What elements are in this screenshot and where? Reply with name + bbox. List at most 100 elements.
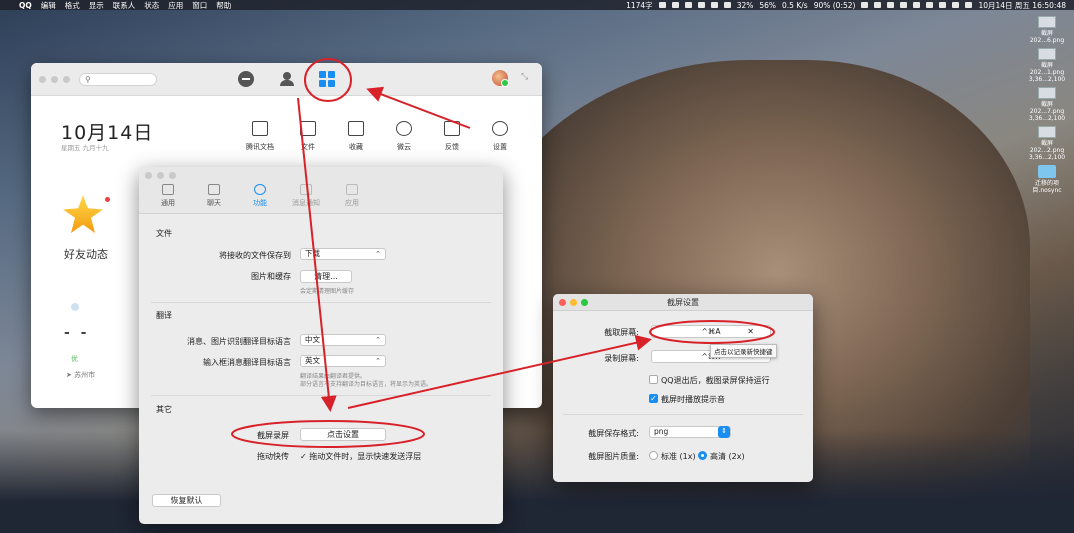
tool-tencent-docs[interactable]: 腾讯文档	[236, 121, 284, 152]
tab-label: 通用	[161, 199, 175, 207]
drag-checkbox[interactable]: ✓ 拖动文件时，显示快速发送浮层	[300, 451, 421, 462]
air-quality: 优	[71, 355, 78, 363]
zoom-button[interactable]	[581, 299, 588, 306]
search-icon[interactable]	[939, 2, 947, 8]
traffic-lights	[145, 172, 176, 179]
menu-item-format[interactable]: 格式	[65, 0, 80, 11]
folder-label: 迁移的项 目.nosync	[1032, 180, 1062, 194]
avatar[interactable]	[492, 70, 509, 87]
tool-files[interactable]: 文件	[284, 121, 332, 152]
divider	[151, 395, 491, 396]
minimize-button[interactable]	[51, 76, 58, 83]
tab-general[interactable]: 通用	[145, 184, 191, 208]
bluetooth-icon[interactable]	[926, 2, 934, 8]
tab-label: 功能	[253, 199, 267, 207]
cpu-usage[interactable]: 32%	[737, 1, 754, 10]
status-icon[interactable]	[861, 2, 869, 8]
close-button[interactable]	[39, 76, 46, 83]
chat-icon[interactable]	[238, 71, 254, 87]
tab-chat[interactable]: 聊天	[191, 184, 237, 208]
tencent-docs-icon	[252, 121, 268, 136]
weiyun-icon	[396, 121, 412, 136]
quality-standard-radio[interactable]	[649, 451, 658, 460]
close-button[interactable]	[559, 299, 566, 306]
desktop-file[interactable]: 截屏 202...7.png 3,36...2,100	[1029, 87, 1065, 122]
status-icon[interactable]	[710, 2, 718, 8]
tab-apps[interactable]: 应用	[329, 184, 375, 208]
record-label: 录制屏幕:	[604, 354, 639, 363]
zoom-button[interactable]	[169, 172, 176, 179]
tab-notifications[interactable]: 消息通知	[283, 184, 329, 208]
keep-running-label[interactable]: QQ退出后，截图录屏保持运行	[661, 375, 770, 386]
save-to-select[interactable]: 下载	[300, 248, 386, 260]
tool-label: 腾讯文档	[246, 143, 274, 151]
tab-features[interactable]: 功能	[237, 184, 283, 208]
word-count[interactable]: 1174字	[626, 0, 653, 11]
info-icon[interactable]	[874, 2, 882, 8]
penguin-icon[interactable]	[697, 2, 705, 8]
restore-defaults-button[interactable]: 恢复默认	[152, 494, 221, 507]
status-icon[interactable]	[684, 2, 692, 8]
quality-hd-radio[interactable]	[698, 451, 707, 460]
tab-label: 聊天	[207, 199, 221, 207]
desktop-file[interactable]: 截屏 202...2.png 3,36...2,100	[1029, 126, 1065, 161]
mic-icon[interactable]	[671, 2, 679, 8]
net-up[interactable]: 0.5 K/s	[782, 1, 808, 10]
feedback-icon	[444, 121, 460, 136]
menu-item-help[interactable]: 帮助	[216, 0, 231, 11]
divider	[151, 302, 491, 303]
status-icon[interactable]	[723, 2, 731, 8]
menu-item-edit[interactable]: 编辑	[41, 0, 56, 11]
desktop-folder[interactable]: 迁移的项 目.nosync	[1032, 165, 1062, 194]
time-machine-icon[interactable]	[887, 2, 895, 8]
save-to-label: 将接收的文件保存到	[219, 251, 291, 260]
capture-shortcut-field[interactable]: ^⌘A ✕	[651, 325, 771, 338]
desktop-file[interactable]: 截屏 202...1.png 3,36...2,100	[1029, 48, 1065, 83]
contacts-icon[interactable]	[279, 71, 295, 87]
menu-clock[interactable]: 10月14日 周五 16:50:48	[978, 0, 1066, 11]
minimize-button[interactable]	[157, 172, 164, 179]
tool-settings[interactable]: 设置	[476, 121, 524, 152]
zoom-button[interactable]	[63, 76, 70, 83]
menu-item-window[interactable]: 窗口	[192, 0, 207, 11]
qzone-widget[interactable]	[61, 193, 110, 239]
status-icon[interactable]	[658, 2, 666, 8]
tool-favorites[interactable]: 收藏	[332, 121, 380, 152]
mem-usage[interactable]: 56%	[759, 1, 776, 10]
minimize-button[interactable]	[570, 299, 577, 306]
qzone-star-icon	[63, 195, 103, 233]
clear-cache-button[interactable]: 清理...	[300, 270, 352, 283]
menu-app-name[interactable]: QQ	[19, 1, 32, 10]
screenshot-settings-button[interactable]: 点击设置	[300, 428, 386, 441]
apps-grid-icon[interactable]	[319, 71, 335, 87]
menu-item-apps[interactable]: 应用	[168, 0, 183, 11]
wifi-icon[interactable]	[913, 2, 921, 8]
battery-status[interactable]: 90% (0:52)	[814, 1, 856, 10]
siri-icon[interactable]	[965, 2, 973, 8]
keep-running-checkbox[interactable]	[649, 375, 658, 384]
quality-standard-label[interactable]: 标准 (1x)	[661, 451, 696, 462]
traffic-lights	[39, 76, 70, 83]
play-sound-label[interactable]: 截屏时播放提示音	[661, 394, 725, 405]
collapse-icon[interactable]: ⤡	[521, 72, 528, 82]
translate-input-select[interactable]: 英文	[300, 355, 386, 367]
menu-item-view[interactable]: 显示	[89, 0, 104, 11]
status-icon[interactable]	[900, 2, 908, 8]
qzone-label[interactable]: 好友动态	[64, 246, 108, 262]
menu-item-status[interactable]: 状态	[144, 0, 159, 11]
play-sound-checkbox[interactable]: ✓	[649, 394, 658, 403]
close-button[interactable]	[145, 172, 152, 179]
translate-msg-select[interactable]: 中文	[300, 334, 386, 346]
format-select[interactable]: png ⇕	[649, 426, 731, 438]
search-input[interactable]: ⚲	[79, 73, 157, 86]
tool-feedback[interactable]: 反馈	[428, 121, 476, 152]
menu-item-contacts[interactable]: 联系人	[113, 0, 136, 11]
control-center-icon[interactable]	[952, 2, 960, 8]
desktop-file[interactable]: 截屏 202...6.png	[1030, 16, 1064, 44]
tool-label: 反馈	[445, 143, 459, 151]
quality-label: 截屏图片质量:	[588, 452, 639, 461]
tool-label: 设置	[493, 143, 507, 151]
tool-weiyun[interactable]: 微云	[380, 121, 428, 152]
quality-hd-label[interactable]: 高清 (2x)	[710, 451, 745, 462]
clear-icon[interactable]: ✕	[747, 326, 754, 337]
